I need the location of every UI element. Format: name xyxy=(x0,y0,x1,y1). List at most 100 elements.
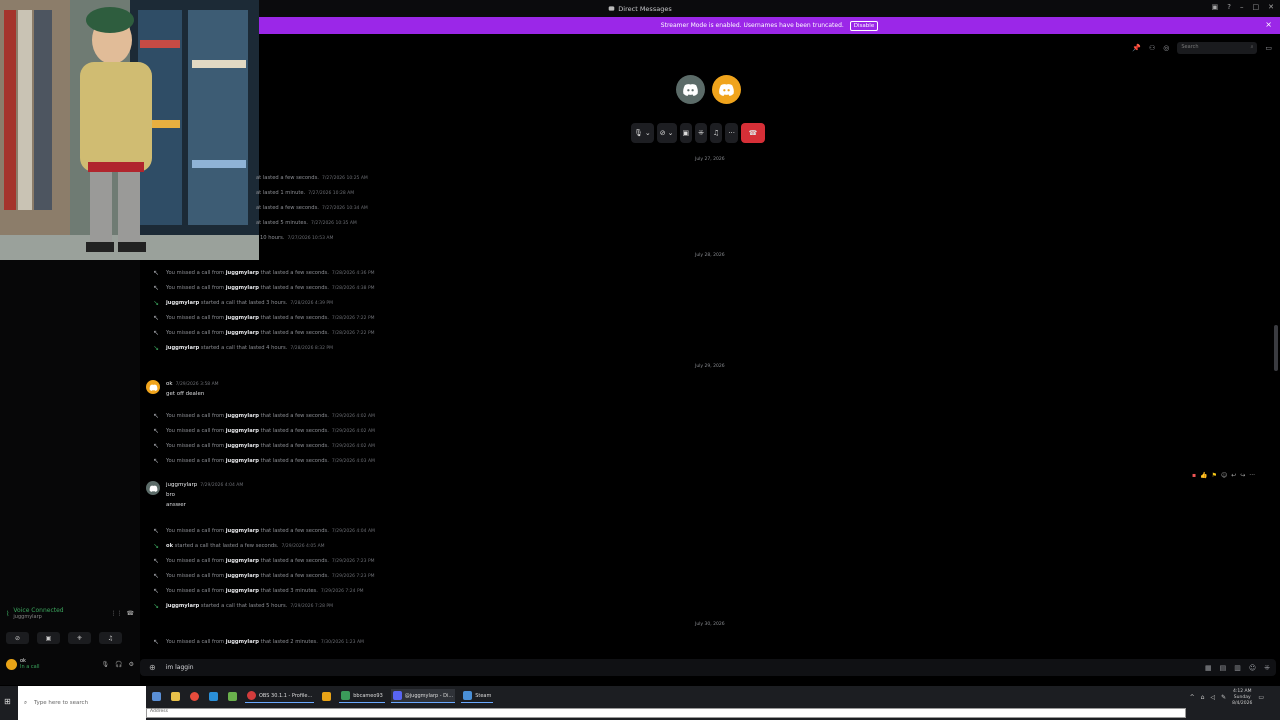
more-options-button[interactable]: ··· xyxy=(725,123,738,143)
address-toolbar[interactable]: Address xyxy=(146,708,1186,718)
camera-button[interactable]: ⊘ ⌄ xyxy=(656,123,677,143)
pin-icon[interactable]: 📌 xyxy=(1132,44,1141,52)
taskbar-app-discord[interactable]: @juggmylarp - Di... xyxy=(390,689,456,703)
explorer-button[interactable] xyxy=(169,689,182,703)
forward-icon[interactable]: ↪ xyxy=(1240,472,1245,479)
screen-share-button[interactable]: ▣ xyxy=(37,632,60,644)
chrome-button[interactable] xyxy=(188,689,201,703)
reaction-icon[interactable]: ▪ xyxy=(1192,472,1196,479)
notification-icon[interactable]: ▭ xyxy=(1258,694,1264,701)
avatar[interactable] xyxy=(6,658,17,670)
call-log-row: at lasted 1 minute. 7/27/2026 10:28 AM xyxy=(256,190,355,196)
voice-channel[interactable]: juggmylarp xyxy=(13,614,63,620)
edge-button[interactable] xyxy=(207,689,220,703)
app-button[interactable] xyxy=(226,689,239,703)
taskbar-app-extra[interactable] xyxy=(320,689,333,703)
flag-icon[interactable]: ⚑ xyxy=(1212,472,1217,479)
close-window-button[interactable]: ✕ xyxy=(1268,3,1274,11)
discord-logo-icon xyxy=(608,6,615,11)
user-panel: ok In a call 🎙 🎧 ⚙ xyxy=(6,658,134,670)
chevron-down-icon: ⌄ xyxy=(667,129,674,137)
add-reaction-icon[interactable]: ☺ xyxy=(1221,472,1227,479)
task-view-button[interactable] xyxy=(150,689,163,703)
camera-button[interactable]: ⊘ xyxy=(6,632,29,644)
call-log-row: at lasted a few seconds. 7/27/2026 10:34 … xyxy=(256,205,368,211)
search-icon: ⌕ xyxy=(24,699,28,706)
minimize-button[interactable]: – xyxy=(1240,3,1244,11)
maximize-button[interactable]: □ xyxy=(1253,3,1260,11)
profile-icon[interactable]: ◎ xyxy=(1163,44,1169,52)
message-list[interactable]: July 27, 2026 at lasted a few seconds. 7/… xyxy=(140,156,1272,650)
apps-icon[interactable]: ⁜ xyxy=(1264,664,1270,672)
gif-icon[interactable]: ▤ xyxy=(1220,664,1227,672)
call-log-row: 10 hours. 7/27/2026 10:53 AM xyxy=(260,235,334,241)
more-icon[interactable]: ··· xyxy=(1249,472,1255,479)
message-composer[interactable]: ⊕ im laggin ▦ ▤ ▥ ☺ ⁜ xyxy=(140,659,1276,676)
thumbs-up-icon[interactable]: 👍 xyxy=(1200,472,1207,479)
call-participants xyxy=(676,75,741,104)
missed-call-icon: ↖ xyxy=(153,329,159,337)
app-icon xyxy=(341,691,351,700)
left-panel xyxy=(0,260,140,685)
mute-button[interactable]: 🎙 ⌄ xyxy=(631,123,654,143)
gear-icon[interactable]: ⚙ xyxy=(129,661,134,668)
disconnect-icon[interactable]: ☎ xyxy=(127,610,134,617)
participant-avatar[interactable] xyxy=(712,75,741,104)
volume-icon[interactable]: ◁ xyxy=(1210,694,1215,701)
activities-button[interactable]: ⁜ xyxy=(68,632,91,644)
call-log-row: ↖ You missed a call from juggmylarp that … xyxy=(140,266,374,280)
hang-up-icon: ☎ xyxy=(748,129,758,137)
avatar[interactable] xyxy=(146,481,160,495)
call-controls: 🎙 ⌄ ⊘ ⌄ ▣ ⁜ ♫ ··· ☎ xyxy=(631,123,765,143)
banner-text: Streamer Mode is enabled. Usernames have… xyxy=(660,22,844,29)
task-view-icon xyxy=(152,691,161,701)
call-log-row: ↖ You missed a call from juggmylarp that … xyxy=(140,454,375,468)
discord-logo-icon xyxy=(392,691,402,700)
help-icon[interactable]: ? xyxy=(1227,3,1231,11)
call-log-row: ↘ juggmylarp started a call that lasted 4… xyxy=(140,341,333,355)
missed-call-icon: ↖ xyxy=(153,269,159,277)
soundboard-button[interactable]: ♫ xyxy=(99,632,122,644)
screen-share-icon: ▣ xyxy=(45,634,52,642)
disconnect-button[interactable]: ☎ xyxy=(740,123,765,143)
call-log-row: ↖ You missed a call from juggmylarp that … xyxy=(140,584,363,598)
chevron-up-icon[interactable]: ^ xyxy=(1190,694,1195,701)
screen-share-button[interactable]: ▣ xyxy=(679,123,693,143)
network-icon[interactable]: ⌂ xyxy=(1201,694,1205,701)
banner-close-icon[interactable]: × xyxy=(1265,20,1272,29)
windows-start-icon[interactable]: ⊞ xyxy=(4,697,14,707)
taskbar-search[interactable]: ⌕ Type here to search xyxy=(18,686,146,720)
gift-icon[interactable]: ▦ xyxy=(1205,664,1212,672)
search-input[interactable]: Search ⌕ xyxy=(1177,42,1258,54)
taskbar-app-obs[interactable]: OBS 30.1.1 - Profile... xyxy=(245,689,315,703)
message-text: answer xyxy=(166,502,186,508)
message-input[interactable]: im laggin xyxy=(166,664,194,671)
disable-button[interactable]: Disable xyxy=(849,20,879,31)
headphones-icon[interactable]: 🎧 xyxy=(115,661,122,668)
pen-icon[interactable]: ✎ xyxy=(1221,694,1226,701)
message-timestamp: 7/29/2026 3:58 AM xyxy=(175,382,219,387)
add-friend-icon[interactable]: ⚇ xyxy=(1149,44,1155,52)
message-author[interactable]: ok xyxy=(166,381,173,387)
call-log-row: ↘ juggmylarp started a call that lasted 5… xyxy=(140,599,333,613)
avatar[interactable] xyxy=(146,380,160,394)
reply-icon[interactable]: ↩ xyxy=(1231,472,1236,479)
clock[interactable]: 4:12 AM Sunday 8/4/2026 xyxy=(1232,689,1252,707)
microphone-icon[interactable]: 🎙 xyxy=(102,661,110,668)
activities-button[interactable]: ⁜ xyxy=(695,123,708,143)
message-author[interactable]: juggmylarp xyxy=(166,482,197,488)
call-log-row: ↘ ok started a call that lasted a few sec… xyxy=(140,539,325,553)
app-icon xyxy=(322,691,332,701)
emoji-icon[interactable]: ☺ xyxy=(1249,664,1256,672)
noise-suppression-icon[interactable]: ⋮⋮ xyxy=(111,610,123,617)
inbox-icon[interactable]: ▣ xyxy=(1212,3,1219,11)
sticker-icon[interactable]: ▥ xyxy=(1234,664,1241,672)
participant-avatar[interactable] xyxy=(676,75,705,104)
soundboard-button[interactable]: ♫ xyxy=(710,123,723,143)
taskbar-app-steam[interactable]: Steam xyxy=(461,689,494,703)
add-attachment-icon[interactable]: ⊕ xyxy=(149,663,156,672)
inbox-icon[interactable]: ▭ xyxy=(1265,44,1272,52)
scrollbar-thumb[interactable] xyxy=(1274,325,1278,371)
call-started-icon: ↘ xyxy=(153,602,159,610)
taskbar-app-2[interactable]: bbcameo93 xyxy=(339,689,385,703)
